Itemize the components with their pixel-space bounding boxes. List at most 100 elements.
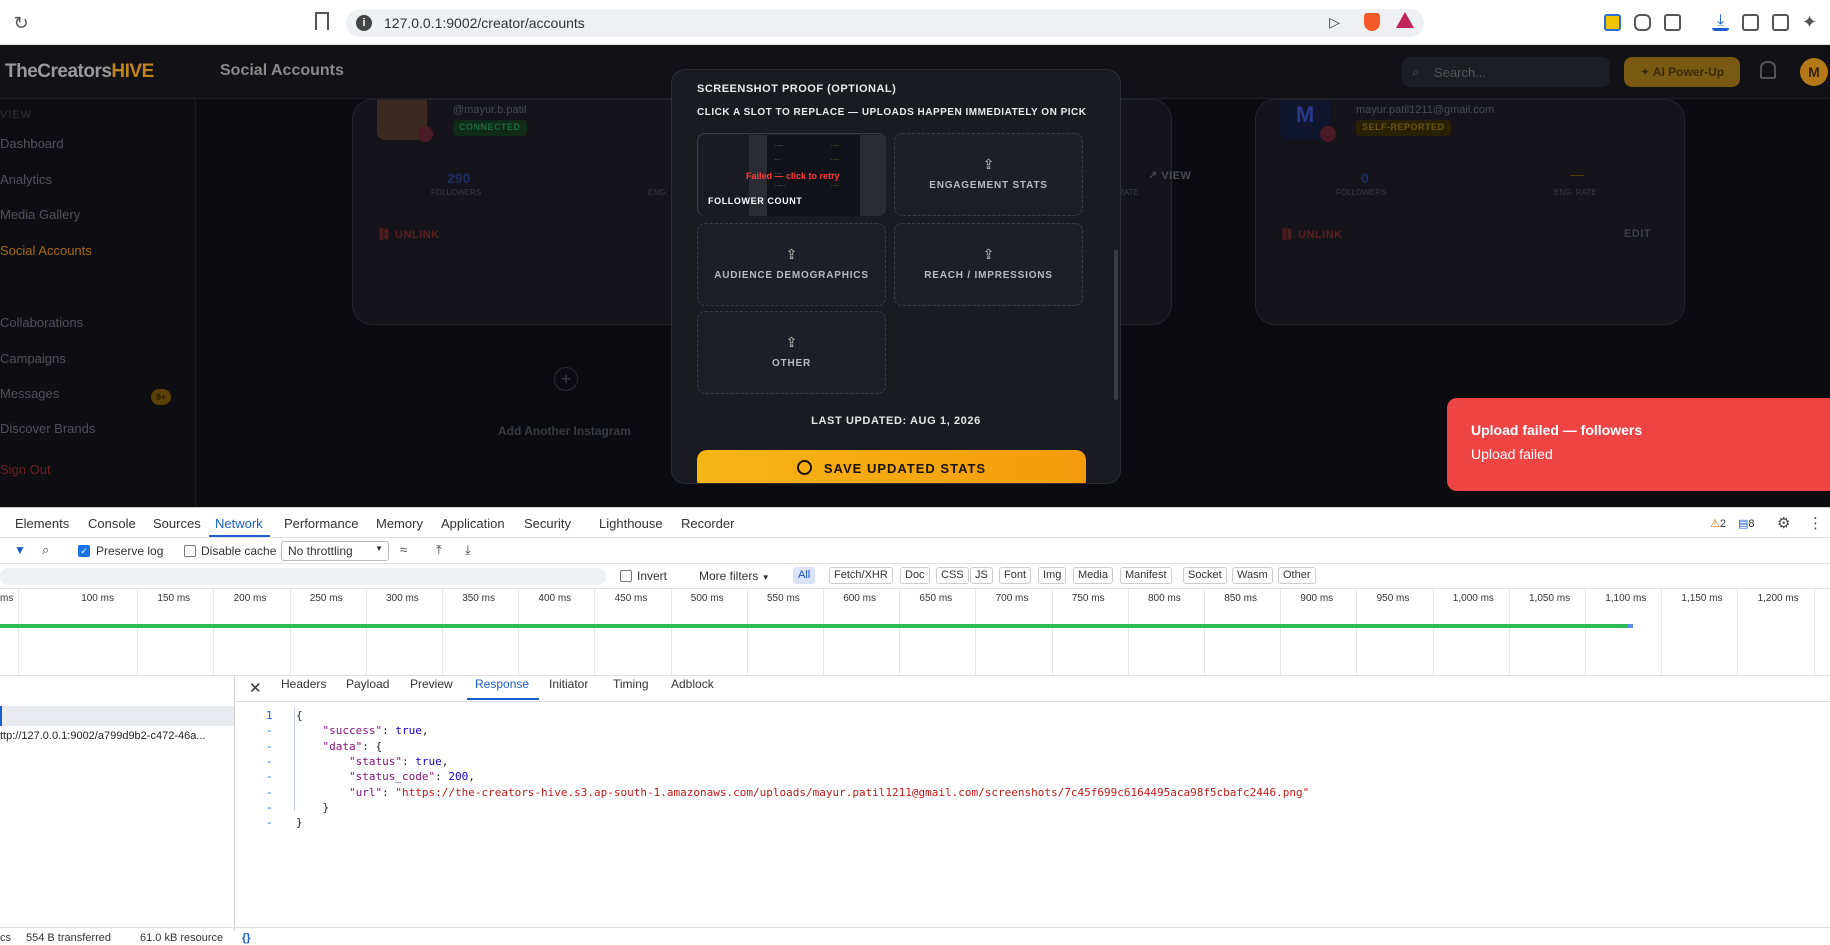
send-icon[interactable]: ▷ [1329,14,1340,31]
line-number: - [266,724,273,738]
tab-performance[interactable]: Performance [284,516,358,531]
sidebar-item-dashboard[interactable]: Dashboard [0,136,64,151]
sidebar-item-analytics[interactable]: Analytics [0,172,52,187]
error-toast[interactable]: Upload failed — followers Upload failed [1447,398,1830,491]
disable-cache-checkbox[interactable] [184,545,196,557]
sidebar-item-sign-out[interactable]: Sign Out [0,462,51,477]
tab-recorder[interactable]: Recorder [681,516,734,531]
messages-count[interactable]: ▤8 [1738,517,1755,530]
settings-gear-icon[interactable]: ⚙ [1777,514,1790,532]
sidebar-item-collaborations[interactable]: Collaborations [0,315,83,330]
reload-icon[interactable]: ↻ [10,12,32,34]
sidebar-icon[interactable] [1742,14,1759,31]
search-icon[interactable]: ⌕ [42,542,49,558]
avatar[interactable]: M [1800,58,1828,86]
url-text[interactable]: 127.0.0.1:9002/creator/accounts [384,15,585,31]
unlink-button[interactable]: ⛓ UNLINK [377,228,440,241]
tab-network[interactable]: Network [215,516,263,531]
save-updated-stats-button[interactable]: SAVE UPDATED STATS [697,450,1086,483]
extension-search-icon[interactable] [1664,14,1681,31]
search-input[interactable]: ⌕ Search... [1402,57,1610,87]
tab-lighthouse[interactable]: Lighthouse [599,516,663,531]
wallet-icon[interactable] [1772,14,1789,31]
sidebar-item-social-accounts[interactable]: Social Accounts [0,243,92,258]
sidebar-item-messages[interactable]: Messages [0,386,59,401]
site-info-icon[interactable]: i [356,15,372,31]
warnings-count[interactable]: ⚠2 [1710,517,1726,530]
filter-all[interactable]: All [793,567,816,584]
filter-img[interactable]: Img [1038,567,1067,584]
throttling-select[interactable]: No throttling ▼ [281,541,389,561]
status-divider [0,927,1830,928]
network-conditions-icon[interactable]: ≈ [400,542,407,557]
tab-memory[interactable]: Memory [376,516,423,531]
close-icon[interactable]: ✕ [249,679,262,697]
detail-tab-payload[interactable]: Payload [346,677,389,691]
filter-css[interactable]: CSS [936,567,969,584]
extension-icon[interactable] [1604,14,1621,31]
throttling-value: No throttling [288,544,353,558]
detail-tab-headers[interactable]: Headers [281,677,326,691]
timeline-gridline [746,589,748,677]
detail-tab-response[interactable]: Response [475,677,529,691]
leo-ai-icon[interactable]: ✦ [1802,13,1819,31]
bell-icon[interactable] [1760,61,1776,79]
slot-engagement-stats[interactable]: ⇪ ENGAGEMENT STATS [894,133,1083,216]
request-name[interactable]: ttp://127.0.0.1:9002/a799d9b2-c472-46a..… [0,730,206,742]
brave-shields-icon[interactable] [1364,13,1380,31]
export-har-icon[interactable]: ⤓ [465,542,471,558]
detail-tab-preview[interactable]: Preview [410,677,453,691]
request-row-selected[interactable] [0,706,234,726]
preserve-log-checkbox[interactable]: ✓ [78,545,90,557]
ai-powerup-button[interactable]: ✦ AI Power-Up [1624,57,1740,87]
tab-application[interactable]: Application [441,516,505,531]
slot-other[interactable]: ⇪ OTHER [697,311,886,394]
detail-tab-adblock[interactable]: Adblock [671,677,714,691]
filter-socket[interactable]: Socket [1183,567,1227,584]
brave-rewards-icon[interactable] [1396,12,1414,28]
tab-elements[interactable]: Elements [15,516,69,531]
filter-icon[interactable]: ▼ [14,543,26,557]
filter-other[interactable]: Other [1278,567,1316,584]
timeline-overview[interactable]: ms 100 ms 150 ms 200 ms 250 ms 300 ms 350 ms 40… [0,589,1830,677]
address-bar[interactable]: i 127.0.0.1:9002/creator/accounts ▷ [346,9,1424,37]
add-icon[interactable]: + [554,367,578,391]
sidebar-item-discover-brands[interactable]: Discover Brands [0,421,95,436]
import-har-icon[interactable]: ⤒ [436,542,442,558]
puzzle-icon[interactable] [1634,14,1651,31]
unlink-button[interactable]: ⛓ UNLINK [1280,228,1343,241]
add-another-instagram[interactable]: Add Another Instagram [498,424,631,438]
timeline-gridline [1127,589,1129,677]
sidebar-item-media-gallery[interactable]: Media Gallery [0,207,80,222]
more-filters-button[interactable]: More filters ▼ [699,569,770,583]
filter-js[interactable]: JS [970,567,993,584]
filter-wasm[interactable]: Wasm [1232,567,1273,584]
detail-tab-initiator[interactable]: Initiator [549,677,588,691]
filter-input[interactable] [0,568,606,585]
filter-doc[interactable]: Doc [900,567,930,584]
filter-font[interactable]: Font [999,567,1032,584]
filter-manifest[interactable]: Manifest [1120,567,1172,584]
pretty-print-button[interactable]: {} [242,932,251,944]
modal-scrollbar[interactable] [1114,250,1118,400]
detail-tab-timing[interactable]: Timing [613,677,649,691]
sidebar-item-campaigns[interactable]: Campaigns [0,351,66,366]
tab-console[interactable]: Console [88,516,136,531]
invert-checkbox[interactable] [620,570,632,582]
bookmark-icon[interactable] [315,12,329,30]
edit-button[interactable]: EDIT [1624,228,1651,240]
tab-security[interactable]: Security [524,516,571,531]
filter-media[interactable]: Media [1073,567,1113,584]
tab-sources[interactable]: Sources [153,516,201,531]
thumb-text: ··· [775,157,780,163]
view-button[interactable]: ↗ VIEW [1140,165,1199,186]
slot-audience-demographics[interactable]: ⇪ AUDIENCE DEMOGRAPHICS [697,223,886,306]
slot-follower-count[interactable]: ····· ····· ··· ····· ···· ····· ······ … [697,133,886,216]
response-line: { [296,709,303,722]
filter-fetch-xhr[interactable]: Fetch/XHR [829,567,893,584]
more-options-icon[interactable]: ⋮ [1808,514,1823,532]
download-icon[interactable]: ⤓ [1712,13,1729,31]
app-logo[interactable]: TheCreatorsHIVE [5,61,154,83]
slot-reach-impressions[interactable]: ⇪ REACH / IMPRESSIONS [894,223,1083,306]
upload-failed-text[interactable]: Failed — click to retry [746,171,840,181]
